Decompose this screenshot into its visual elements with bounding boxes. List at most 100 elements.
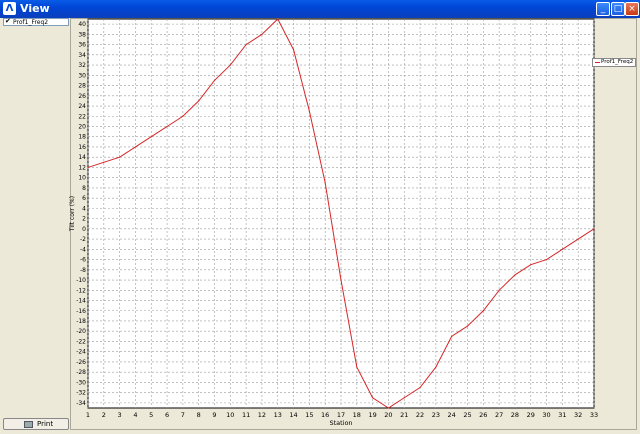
x-tick-label: 21 — [400, 411, 408, 419]
data-point — [435, 366, 437, 368]
x-tick-label: 10 — [226, 411, 234, 419]
data-point — [245, 43, 247, 46]
data-point — [182, 115, 184, 117]
y-tick-label: 26 — [78, 93, 86, 100]
x-tick-label: 22 — [416, 411, 424, 419]
x-tick-label: 33 — [590, 411, 598, 419]
data-point — [482, 310, 484, 312]
data-point — [324, 182, 326, 184]
data-point — [198, 100, 200, 102]
data-point — [87, 166, 89, 169]
y-tick-label: 28 — [78, 83, 86, 90]
x-tick-label: 17 — [337, 411, 345, 419]
y-tick-label: 16 — [78, 144, 86, 151]
y-axis-label: Tilt corr (%) — [69, 196, 76, 232]
y-tick-label: -2 — [80, 236, 86, 243]
data-point — [387, 407, 390, 409]
legend-swatch — [595, 62, 600, 63]
x-tick-label: 12 — [258, 411, 266, 419]
y-tick-label: 22 — [78, 113, 86, 120]
y-tick-label: -14 — [76, 298, 86, 305]
legend-label: Prof1_Freq2 — [601, 59, 634, 65]
x-tick-label: 18 — [353, 411, 361, 419]
y-tick-label: 24 — [78, 103, 86, 110]
y-tick-label: -32 — [76, 390, 86, 397]
y-tick-label: -12 — [76, 287, 86, 294]
y-tick-label: 10 — [78, 175, 86, 182]
x-tick-label: 26 — [479, 411, 487, 419]
x-tick-label: 29 — [527, 411, 535, 419]
data-point — [134, 146, 137, 148]
y-tick-label: -8 — [80, 267, 86, 274]
x-tick-label: 4 — [133, 411, 137, 419]
data-point — [308, 110, 310, 112]
data-point — [150, 136, 152, 138]
x-tick-label: 30 — [542, 411, 550, 419]
data-point — [213, 79, 216, 82]
data-point — [166, 125, 168, 128]
data-point — [451, 335, 453, 337]
x-tick-label: 13 — [274, 411, 282, 419]
data-point — [514, 274, 516, 276]
x-axis-label: Station — [329, 419, 352, 427]
y-tick-label: 36 — [78, 42, 86, 49]
x-tick-label: 32 — [574, 411, 582, 419]
plot-area — [87, 18, 595, 409]
y-tick-label: -22 — [76, 338, 86, 345]
data-point — [277, 18, 279, 20]
x-tick-label: 28 — [511, 411, 519, 419]
data-point — [229, 64, 231, 66]
y-tick-label: 8 — [82, 185, 86, 192]
y-tick-label: -24 — [76, 349, 86, 356]
y-tick-label: -6 — [80, 257, 86, 264]
x-tick-label: 1 — [86, 411, 90, 419]
y-tick-label: 6 — [82, 195, 86, 202]
y-tick-label: 4 — [82, 205, 86, 212]
data-point — [577, 238, 579, 240]
data-point — [340, 279, 342, 281]
y-tick-label: 30 — [78, 72, 86, 79]
x-tick-label: 25 — [463, 411, 471, 419]
data-point — [593, 228, 595, 230]
x-tick-label: 14 — [289, 411, 297, 419]
x-tick-label: 5 — [149, 411, 153, 419]
y-tick-label: 12 — [78, 164, 86, 171]
x-tick-label: 23 — [432, 411, 440, 419]
data-point — [292, 49, 295, 51]
legend: Prof1_Freq2 — [592, 58, 636, 67]
y-tick-label: 40 — [78, 21, 86, 28]
y-tick-label: -34 — [76, 400, 86, 407]
y-tick-label: 18 — [78, 134, 86, 141]
y-tick-label: 2 — [82, 216, 86, 223]
chart-svg: 1 2 3 4 5 6 7 8 9 10 11 12 13 14 15 16 17 18 19 20 21 22 23 24 2… — [69, 18, 598, 427]
y-tick-label: 20 — [78, 123, 86, 130]
x-tick-label: 15 — [305, 411, 313, 419]
y-tick-label: -28 — [76, 369, 86, 376]
data-point — [356, 366, 358, 368]
data-point — [372, 397, 374, 399]
x-tick-label: 3 — [118, 411, 122, 419]
y-tick-label: -16 — [76, 308, 86, 315]
data-point — [498, 289, 500, 291]
y-tick-label: -30 — [76, 379, 86, 386]
x-tick-label: 8 — [197, 411, 201, 419]
x-tick-label: 9 — [212, 411, 216, 419]
x-tick-label: 7 — [181, 411, 185, 419]
x-tick-label: 6 — [165, 411, 169, 419]
data-point — [403, 397, 405, 399]
x-tick-label: 24 — [448, 411, 456, 419]
data-point — [545, 258, 548, 261]
y-tick-label: 0 — [82, 226, 86, 233]
data-point — [530, 264, 532, 266]
y-tick-label: -26 — [76, 359, 86, 366]
y-tick-label: 32 — [78, 62, 86, 69]
x-tick-label: 11 — [242, 411, 250, 419]
y-tick-label: -4 — [80, 246, 86, 253]
y-tick-label: -10 — [76, 277, 86, 284]
y-tick-label: 14 — [78, 154, 86, 161]
x-tick-label: 31 — [558, 411, 566, 419]
data-point — [119, 156, 121, 158]
y-tick-label: 34 — [78, 52, 86, 59]
x-tick-label: 19 — [368, 411, 376, 419]
x-tick-label: 16 — [321, 411, 329, 419]
